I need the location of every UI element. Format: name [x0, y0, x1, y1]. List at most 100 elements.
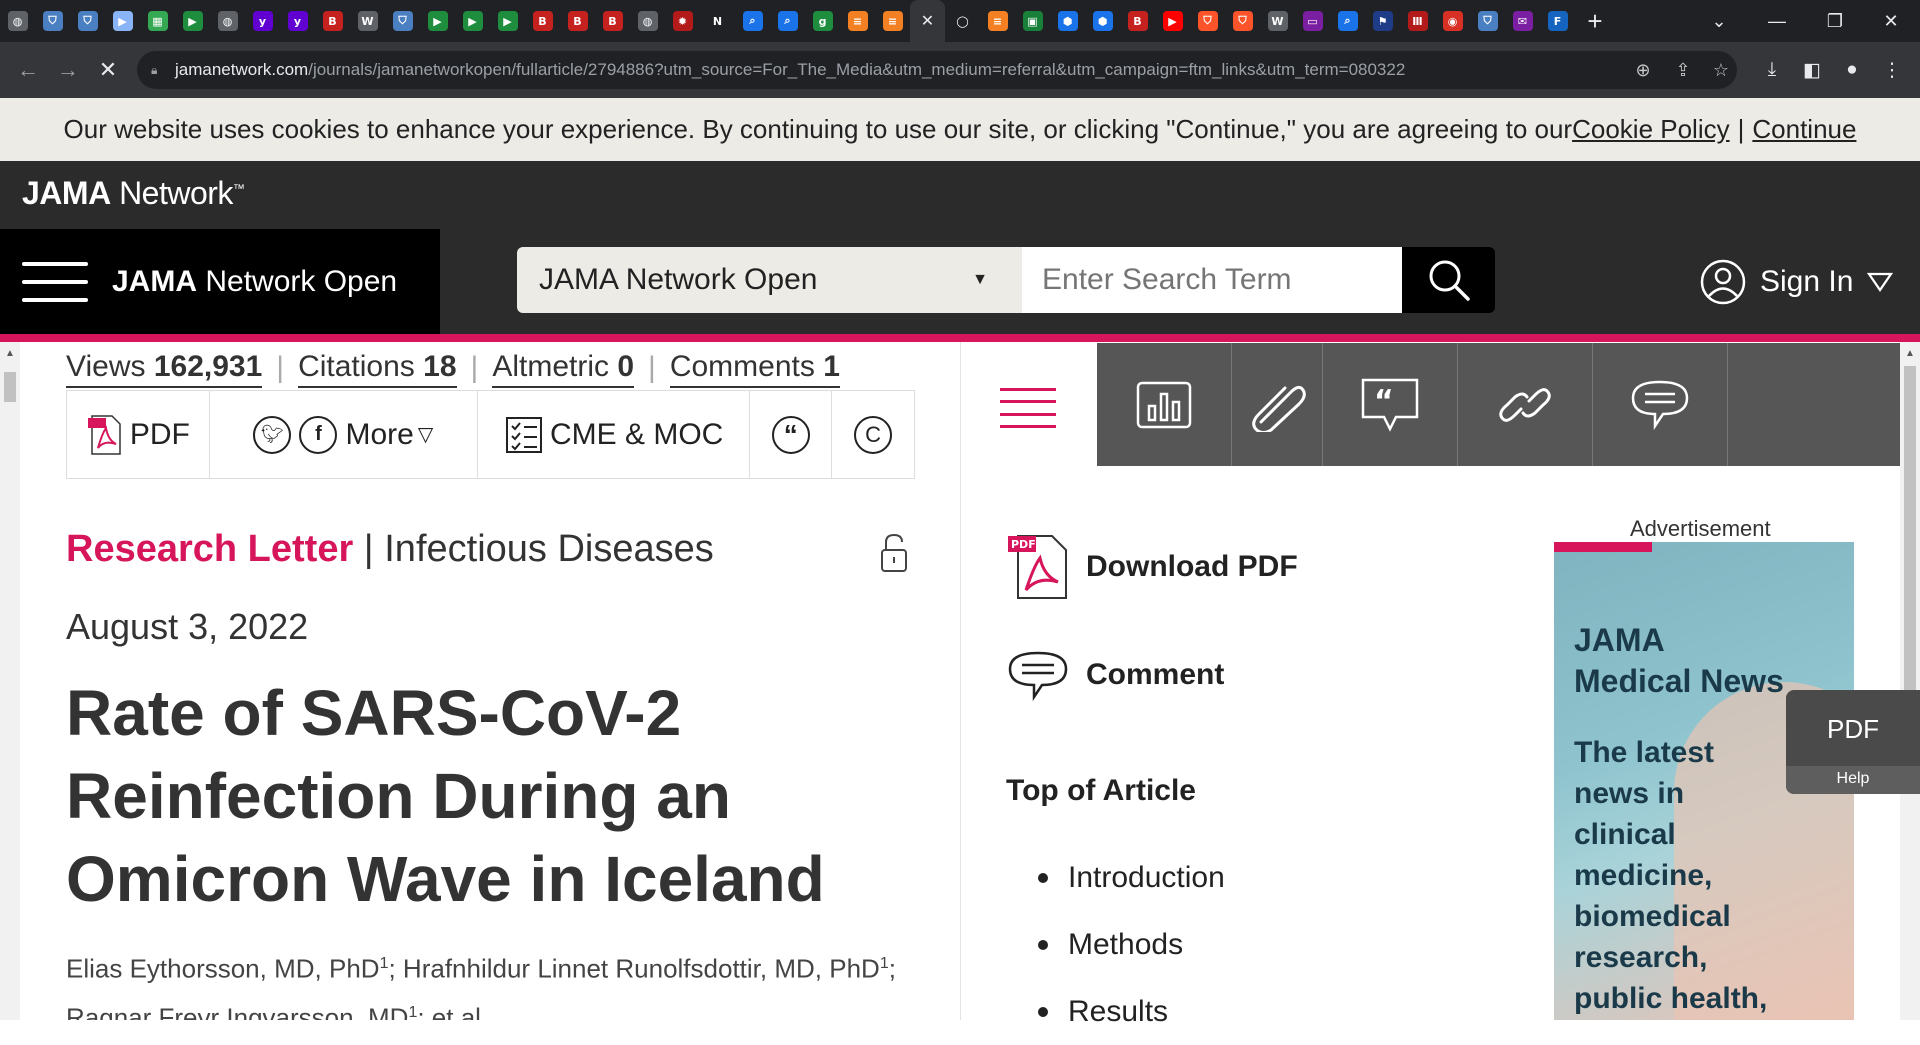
download-icon[interactable]: ⤓ [1760, 58, 1784, 82]
twitter-icon[interactable]: 🐦︎ [253, 415, 292, 454]
forward-icon[interactable]: → [48, 42, 88, 98]
toc-item-results[interactable]: Results [1068, 978, 1225, 1045]
views-metric[interactable]: Views 162,931 [66, 348, 263, 388]
active-tab[interactable]: ✕ [910, 0, 945, 42]
browser-tab[interactable]: y [245, 0, 280, 42]
search-button[interactable] [1402, 247, 1495, 313]
citations-metric[interactable]: Citations 18 [298, 348, 457, 388]
cookie-continue-link[interactable]: Continue [1752, 114, 1856, 145]
browser-tab[interactable]: ⛉ [385, 0, 420, 42]
jama-network-logo[interactable]: JAMA Network™ [22, 175, 245, 212]
download-pdf-link[interactable]: PDF Download PDF [1006, 532, 1298, 602]
sidebar-menu-icon[interactable] [1000, 388, 1056, 428]
window-close-icon[interactable]: ✕ [1862, 0, 1920, 42]
author-name[interactable]: Elias Eythorsson, MD, PhD [66, 954, 380, 984]
new-tab-icon[interactable]: + [1575, 0, 1615, 42]
tab-search-icon[interactable]: ⌄ [1690, 0, 1748, 42]
tab-citations[interactable]: “ [1323, 343, 1458, 466]
browser-tab[interactable]: ◉ [1435, 0, 1470, 42]
browser-tab[interactable]: ◍ [0, 0, 35, 42]
browser-tab[interactable]: ⌕ [770, 0, 805, 42]
article-category[interactable]: Infectious Diseases [384, 528, 714, 570]
browser-tab[interactable]: ▶ [1155, 0, 1190, 42]
browser-tab[interactable]: ◍ [210, 0, 245, 42]
browser-tab[interactable]: ⛉ [35, 0, 70, 42]
zoom-icon[interactable]: ⊕ [1632, 59, 1654, 81]
browser-tab[interactable]: B [1120, 0, 1155, 42]
browser-tab[interactable]: y [280, 0, 315, 42]
toc-item-methods[interactable]: Methods [1068, 911, 1225, 978]
browser-tab[interactable]: ▶ [105, 0, 140, 42]
restore-icon[interactable]: ❐ [1806, 0, 1864, 42]
browser-tab[interactable]: ⬢ [1050, 0, 1085, 42]
tab-comments[interactable] [1593, 343, 1728, 466]
browser-tab[interactable]: ⌕ [735, 0, 770, 42]
top-of-article-link[interactable]: Top of Article [1006, 774, 1196, 808]
browser-tab[interactable]: ◯ [945, 0, 980, 42]
cookie-policy-link[interactable]: Cookie Policy [1572, 114, 1730, 145]
author-name[interactable]: Hrafnhildur Linnet Runolfsdottir, MD, Ph… [403, 954, 880, 984]
tab-supplements[interactable] [1232, 343, 1323, 466]
address-bar[interactable]: 🔒︎ jamanetwork.com/journals/jamanetworko… [137, 51, 1737, 89]
browser-tab[interactable]: B [315, 0, 350, 42]
share-more-button[interactable]: 🐦︎ f More ▽ [210, 391, 479, 478]
browser-tab[interactable]: F [1540, 0, 1575, 42]
facebook-icon[interactable]: f [299, 415, 338, 454]
browser-tab[interactable]: B [525, 0, 560, 42]
comments-metric[interactable]: Comments 1 [669, 348, 840, 388]
stop-loading-icon[interactable]: ✕ [88, 42, 128, 98]
hamburger-menu-icon[interactable] [22, 261, 88, 302]
tab-links[interactable] [1458, 343, 1593, 466]
browser-tab[interactable]: W [1260, 0, 1295, 42]
altmetric-metric[interactable]: Altmetric 0 [492, 348, 635, 388]
pdf-help-widget[interactable]: PDF Help [1786, 690, 1920, 794]
browser-tab[interactable]: ⛉ [1225, 0, 1260, 42]
bookmark-star-icon[interactable]: ☆ [1710, 59, 1732, 81]
browser-tab[interactable]: ≡ [875, 0, 910, 42]
browser-tab[interactable]: ✹ [665, 0, 700, 42]
journal-menu[interactable]: JAMA Network Open [0, 229, 440, 334]
journal-name[interactable]: JAMA Network Open [112, 265, 397, 299]
browser-tab[interactable]: ◍ [630, 0, 665, 42]
browser-tab[interactable]: ✉ [1505, 0, 1540, 42]
search-scope-select[interactable]: JAMA Network Open ▼ [517, 247, 1022, 313]
permissions-button[interactable]: C [832, 391, 914, 478]
browser-tab[interactable]: W [350, 0, 385, 42]
browser-tab[interactable]: g [805, 0, 840, 42]
comment-link[interactable]: Comment [1006, 640, 1224, 710]
browser-tab[interactable]: ≡ [980, 0, 1015, 42]
browser-tab[interactable]: ⛉ [1470, 0, 1505, 42]
browser-tab[interactable]: ⛉ [70, 0, 105, 42]
profile-icon[interactable]: ● [1840, 58, 1864, 82]
back-icon[interactable]: ← [8, 42, 48, 98]
browser-tab[interactable]: B [560, 0, 595, 42]
browser-tab[interactable]: ⚑ [1365, 0, 1400, 42]
browser-tab[interactable]: ▶ [420, 0, 455, 42]
share-icon[interactable]: ⇪ [1672, 59, 1694, 81]
help-button[interactable]: Help [1786, 766, 1920, 794]
browser-tab[interactable]: ≡ [840, 0, 875, 42]
toc-item-introduction[interactable]: Introduction [1068, 844, 1225, 911]
browser-tab[interactable]: ▣ [1015, 0, 1050, 42]
menu-kebab-icon[interactable]: ⋮ [1880, 58, 1904, 82]
browser-tab[interactable]: N [700, 0, 735, 42]
browser-tab[interactable]: ▭ [1295, 0, 1330, 42]
side-panel-icon[interactable]: ◧ [1800, 58, 1824, 82]
browser-tab[interactable]: ▦ [140, 0, 175, 42]
pdf-button[interactable]: PDF [67, 391, 210, 478]
browser-tab[interactable]: ▶ [175, 0, 210, 42]
browser-tab[interactable]: ⌕ [1330, 0, 1365, 42]
search-input[interactable] [1022, 247, 1402, 313]
browser-tab[interactable]: Ⅲ [1400, 0, 1435, 42]
tab-figures[interactable] [1097, 343, 1232, 466]
browser-tab[interactable]: B [595, 0, 630, 42]
sign-in-button[interactable]: Sign In [1700, 259, 1894, 305]
minimize-icon[interactable]: — [1748, 0, 1806, 42]
browser-tab[interactable]: ⛉ [1190, 0, 1225, 42]
cite-button[interactable]: “ [750, 391, 833, 478]
author-name[interactable]: Ragnar Freyr Ingvarsson, MD [66, 1002, 408, 1020]
browser-tab[interactable]: ⬢ [1085, 0, 1120, 42]
cme-moc-button[interactable]: CME & MOC [478, 391, 751, 478]
article-type-label[interactable]: Research Letter [66, 528, 353, 570]
browser-tab[interactable]: ▶ [455, 0, 490, 42]
